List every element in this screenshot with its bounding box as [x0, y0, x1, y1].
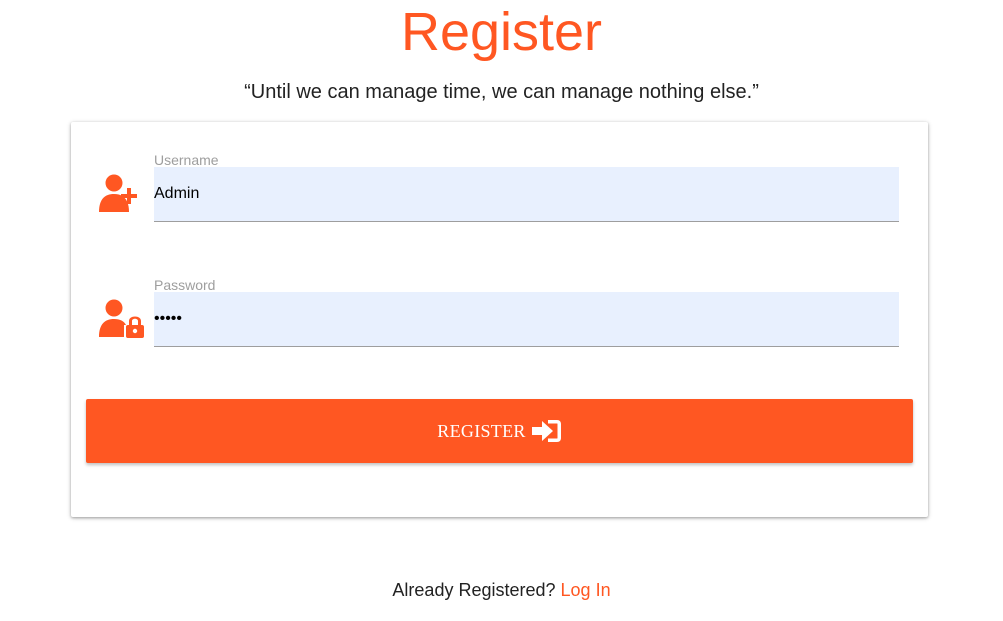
register-button[interactable]: REGISTER — [86, 399, 913, 463]
login-link[interactable]: Log In — [561, 580, 611, 600]
register-button-label: REGISTER — [437, 420, 526, 441]
username-input[interactable] — [154, 167, 899, 222]
password-input[interactable] — [154, 292, 899, 347]
page-quote: “Until we can manage time, we can manage… — [244, 81, 759, 103]
user-lock-icon — [99, 299, 147, 339]
footer: Already Registered? Log In — [0, 578, 1003, 602]
page-title: Register — [400, 2, 603, 62]
register-page: Register “Until we can manage time, we c… — [0, 0, 1003, 621]
password-label: Password — [154, 277, 216, 293]
footer-prompt: Already Registered? — [392, 580, 556, 600]
sign-in-icon — [531, 418, 562, 444]
user-plus-icon — [99, 174, 147, 214]
register-card: Username Password REGISTER — [71, 122, 928, 517]
username-label: Username — [154, 152, 219, 168]
